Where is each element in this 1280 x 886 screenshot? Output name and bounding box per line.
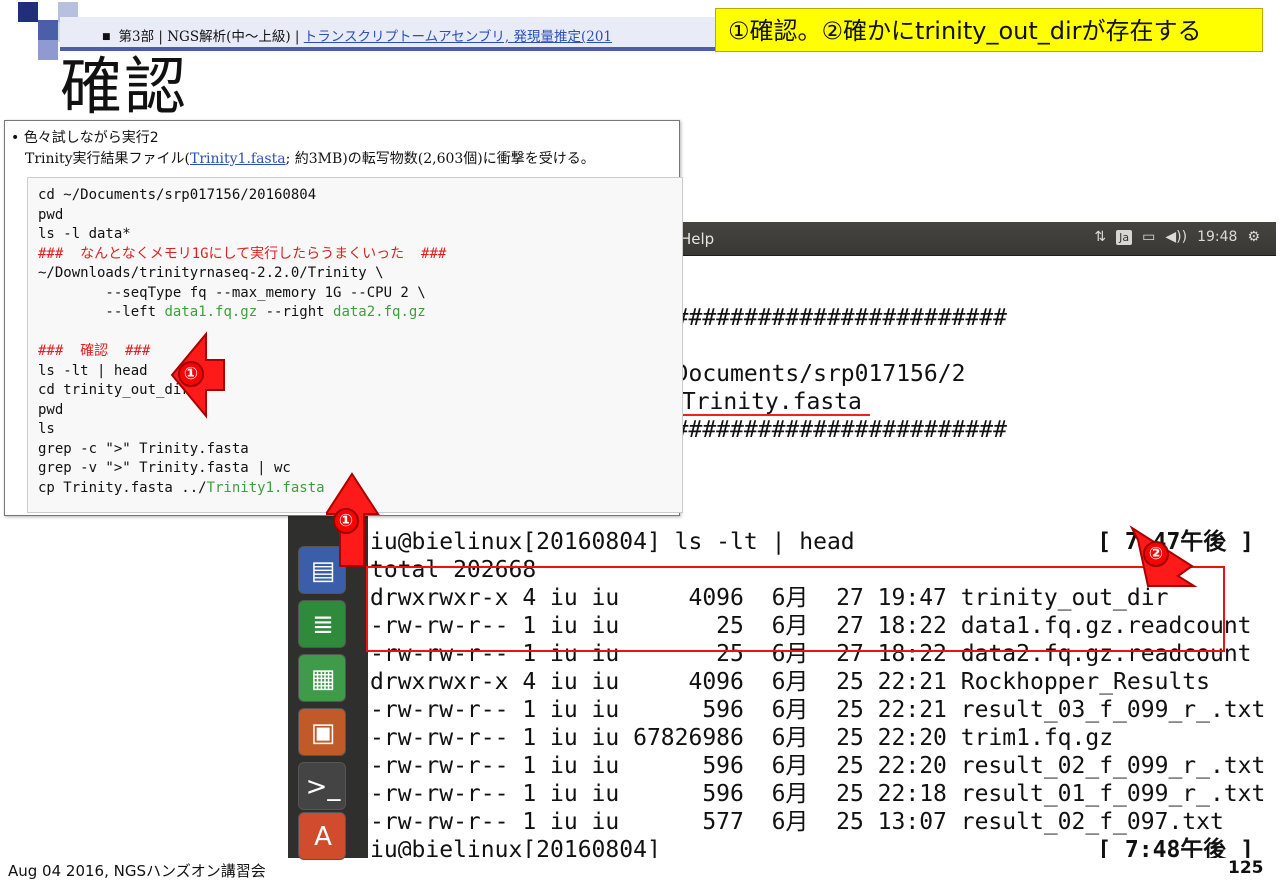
menu-help[interactable]: Help bbox=[680, 230, 714, 248]
calc-icon[interactable]: ▦ bbox=[298, 654, 346, 702]
code-line: ls -l data* bbox=[38, 226, 131, 242]
code-block: cd ~/Documents/srp017156/20160804 pwd ls -… bbox=[27, 177, 683, 513]
input-method-indicator[interactable]: Ja bbox=[1116, 229, 1133, 245]
highlight-box bbox=[366, 566, 1225, 652]
impress-icon[interactable]: ▣ bbox=[298, 708, 346, 756]
code-line: ### 確認 ### bbox=[38, 343, 151, 359]
breadcrumb: ■ 第3部 | NGS解析(中～上級) | トランスクリプトームアセンブリ, 発現… bbox=[60, 17, 720, 51]
code-line: ls bbox=[38, 421, 55, 437]
system-tray: ⇅ Ja ▭ ◀)) 19:48 ⚙ bbox=[1094, 229, 1260, 245]
ls-row: -rw-rw-r-- 1 iu iu 596 6月 25 22:21 resul… bbox=[370, 697, 1266, 723]
code-line: --seqType fq --max_memory 1G --CPU 2 \ bbox=[38, 284, 426, 301]
code-panel-description: Trinity実行結果ファイル(Trinity1.fasta; 約3MB)の転写… bbox=[25, 151, 595, 167]
marker-1: ① bbox=[333, 508, 359, 534]
callout-note: ①確認。②確かにtrinity_out_dirが存在する bbox=[715, 8, 1263, 52]
terminal-time: [ 7:48午後 ] bbox=[1097, 837, 1254, 858]
code-panel-heading: • 色々試しながら実行2 bbox=[11, 130, 159, 146]
ls-row: -rw-rw-r-- 1 iu iu 596 6月 25 22:18 resul… bbox=[370, 781, 1266, 807]
code-panel: • 色々試しながら実行2 Trinity実行結果ファイル(Trinity1.fa… bbox=[4, 120, 683, 516]
ls-row: drwxrwxr-x 4 iu iu 4096 6月 25 22:21 Rock… bbox=[370, 669, 1210, 695]
ls-row: -rw-rw-r-- 1 iu iu 596 6月 25 22:20 resul… bbox=[370, 753, 1266, 779]
code-line: cd trinity_out_dir bbox=[38, 382, 190, 398]
terminal-prompt: iu@bielinux[20160804] ls -lt | head bbox=[370, 529, 855, 555]
battery-icon[interactable]: ▭ bbox=[1142, 229, 1155, 245]
ls-row: -rw-rw-r-- 1 iu iu 577 6月 25 13:07 resul… bbox=[370, 809, 1224, 835]
page-title: 確認 bbox=[60, 50, 189, 123]
breadcrumb-link[interactable]: トランスクリプトームアセンブリ, 発現量推定(201 bbox=[304, 29, 612, 45]
code-line: cd ~/Documents/srp017156/20160804 bbox=[38, 187, 317, 203]
gear-icon[interactable]: ⚙ bbox=[1247, 229, 1260, 245]
code-line: pwd bbox=[38, 401, 64, 418]
terminal-icon[interactable]: >_ bbox=[298, 762, 346, 810]
ls-row: -rw-rw-r-- 1 iu iu 67826986 6月 25 22:20 … bbox=[370, 725, 1114, 751]
code-line: --left data1.fq.gz --right data2.fq.gz bbox=[38, 304, 426, 320]
software-center-icon[interactable]: A bbox=[298, 812, 346, 860]
terminal-prompt: iu@bielinux[20160804] bbox=[370, 837, 661, 858]
marker-2: ② bbox=[1143, 541, 1169, 567]
network-icon[interactable]: ⇅ bbox=[1094, 229, 1106, 245]
code-line: pwd bbox=[38, 206, 64, 223]
breadcrumb-prefix: 第3部 | NGS解析(中～上級) | bbox=[118, 29, 304, 45]
page-number: 125 bbox=[1228, 858, 1264, 878]
marker-1: ① bbox=[178, 361, 204, 387]
footer: Aug 04 2016, NGSハンズオン講習会 bbox=[8, 862, 266, 880]
writer-icon[interactable]: ≣ bbox=[298, 600, 346, 648]
code-line: ### なんとなくメモリ1Gにして実行したらうまくいった ### bbox=[38, 245, 447, 262]
fasta-link[interactable]: Trinity1.fasta bbox=[190, 151, 286, 167]
code-line: grep -c ">" Trinity.fasta bbox=[38, 440, 249, 457]
code-line: ls -lt | head bbox=[38, 362, 148, 379]
bullet-icon: ■ bbox=[102, 32, 111, 42]
volume-icon[interactable]: ◀)) bbox=[1165, 229, 1187, 245]
clock[interactable]: 19:48 bbox=[1197, 229, 1237, 245]
code-line: ~/Downloads/trinityrnaseq-2.2.0/Trinity … bbox=[38, 265, 384, 281]
terminal-line: /Trinity.fasta bbox=[668, 389, 862, 415]
